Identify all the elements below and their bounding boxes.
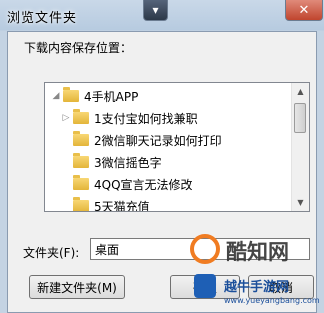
minimize-button[interactable]: ▾: [143, 0, 168, 21]
tree-item[interactable]: 5天猫充值: [61, 195, 150, 212]
tree-item-label: 4手机APP: [84, 89, 139, 104]
expand-arrow-icon[interactable]: ▷: [61, 113, 71, 123]
watermark-url: www.yueyangbang.com: [224, 296, 320, 305]
scroll-up-icon[interactable]: ▲: [292, 83, 309, 100]
folder-icon: [63, 87, 79, 102]
tree-item[interactable]: 3微信摇色字: [61, 151, 162, 173]
close-button[interactable]: ✕: [285, 0, 323, 21]
tree-item[interactable]: ▷ 1支付宝如何找兼职: [61, 107, 198, 129]
tree-item[interactable]: 2微信聊天记录如何打印: [61, 129, 222, 151]
expand-arrow-icon[interactable]: ◢: [51, 91, 61, 101]
title-bar[interactable]: 浏览文件夹 ▾ ✕: [0, 0, 324, 31]
new-folder-button[interactable]: 新建文件夹(M): [29, 275, 125, 299]
dialog-window: 浏览文件夹 ▾ ✕ 下载内容保存位置： ◢ 4手机APP ▷ 1支付宝如何找兼职…: [0, 0, 324, 313]
tree-item-label: 1支付宝如何找兼职: [94, 111, 198, 126]
watermark-badge-icon: [194, 274, 216, 298]
tree-item[interactable]: 4QQ宣言无法修改: [61, 173, 193, 195]
folder-icon: [73, 175, 89, 190]
scroll-down-icon[interactable]: ▼: [292, 194, 309, 211]
folder-field-label: 文件夹(F):: [23, 246, 80, 260]
window-title: 浏览文件夹: [7, 11, 78, 26]
folder-icon: [73, 197, 89, 211]
tree-item-label: 4QQ宣言无法修改: [94, 177, 193, 192]
watermark-logo-icon: [190, 234, 220, 264]
tree-item[interactable]: ◢ 4手机APP: [51, 85, 138, 107]
watermark-sub: 越牛手游网: [224, 280, 290, 295]
tree-scrollbar[interactable]: ▲ ▼: [291, 83, 309, 211]
folder-icon: [73, 109, 89, 124]
folder-icon: [73, 131, 89, 146]
watermark-brand: 酷知网: [226, 240, 289, 264]
watermark: 酷知网 越牛手游网 www.yueyangbang.com: [186, 230, 324, 313]
tree-item-label: 5天猫充值: [94, 199, 150, 212]
folder-tree[interactable]: ◢ 4手机APP ▷ 1支付宝如何找兼职 2微信聊天记录如何打印 3微信摇色字 …: [44, 82, 310, 212]
tree-item-label: 3微信摇色字: [94, 155, 162, 170]
folder-icon: [73, 153, 89, 168]
tree-item-label: 2微信聊天记录如何打印: [94, 133, 222, 148]
scroll-thumb[interactable]: [294, 103, 306, 133]
prompt-text: 下载内容保存位置：: [24, 41, 133, 55]
